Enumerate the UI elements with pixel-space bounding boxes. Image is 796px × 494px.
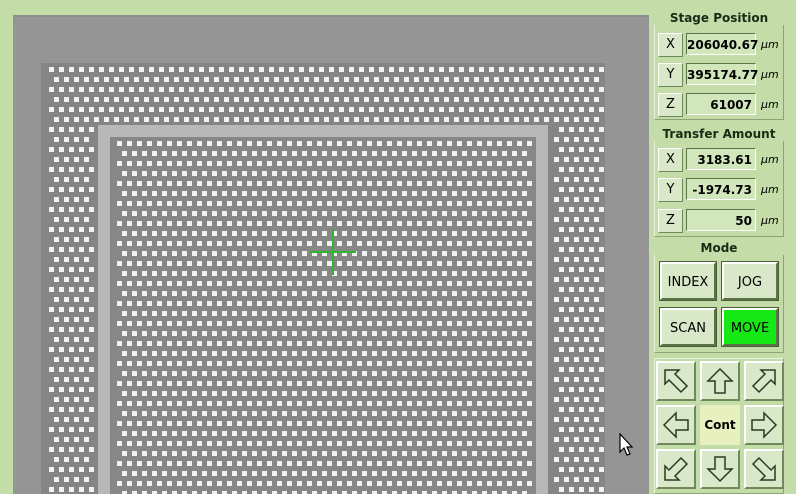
arrow-down-icon (706, 456, 734, 483)
transfer-x-field[interactable]: 3183.61 (686, 148, 756, 170)
stage-y-field[interactable]: 395174.77 (686, 63, 758, 85)
move-down-right-button[interactable] (744, 449, 784, 489)
wafer-image (13, 15, 649, 494)
transfer-z-button[interactable]: Z (658, 209, 683, 233)
transfer-amount-title: Transfer Amount (654, 127, 784, 141)
arrow-down-right-icon (751, 456, 776, 481)
transfer-y-unit: µm (761, 183, 779, 196)
arrow-down-left-icon (664, 456, 689, 481)
stage-x-field[interactable]: 206040.67 (686, 33, 758, 55)
move-down-left-button[interactable] (656, 449, 696, 489)
index-button[interactable]: INDEX (659, 261, 717, 301)
arrow-up-icon (706, 367, 734, 394)
stage-z-label: Z (658, 93, 683, 117)
transfer-z-field[interactable]: 50 (686, 209, 756, 231)
continuous-button[interactable]: Cont (700, 405, 740, 445)
scan-button[interactable]: SCAN (659, 307, 717, 347)
stage-y-label: Y (658, 63, 683, 87)
arrow-left-icon (662, 411, 689, 439)
transfer-x-button[interactable]: X (658, 148, 683, 172)
move-up-left-button[interactable] (656, 361, 696, 401)
move-up-button[interactable] (700, 361, 740, 401)
move-button[interactable]: MOVE (721, 307, 779, 347)
transfer-z-unit: µm (761, 214, 779, 227)
stage-x-label: X (658, 33, 683, 57)
stage-z-unit: µm (761, 98, 779, 111)
move-down-button[interactable] (700, 449, 740, 489)
transfer-y-button[interactable]: Y (658, 178, 683, 202)
stage-y-unit: µm (761, 68, 779, 81)
crosshair-vertical (332, 229, 334, 275)
arrow-up-right-icon (751, 369, 776, 394)
move-left-button[interactable] (656, 405, 696, 445)
arrow-right-icon (751, 411, 778, 439)
transfer-y-field[interactable]: -1974.73 (686, 178, 756, 200)
stage-z-field[interactable]: 61007 (686, 93, 756, 115)
camera-view[interactable] (13, 15, 649, 494)
move-right-button[interactable] (744, 405, 784, 445)
transfer-x-unit: µm (761, 153, 779, 166)
move-up-right-button[interactable] (744, 361, 784, 401)
stage-x-unit: µm (761, 38, 779, 51)
arrow-up-left-icon (664, 369, 689, 394)
stage-position-title: Stage Position (654, 11, 784, 25)
mouse-cursor-icon (619, 433, 634, 456)
jog-button[interactable]: JOG (721, 261, 779, 301)
mode-title: Mode (654, 241, 784, 255)
